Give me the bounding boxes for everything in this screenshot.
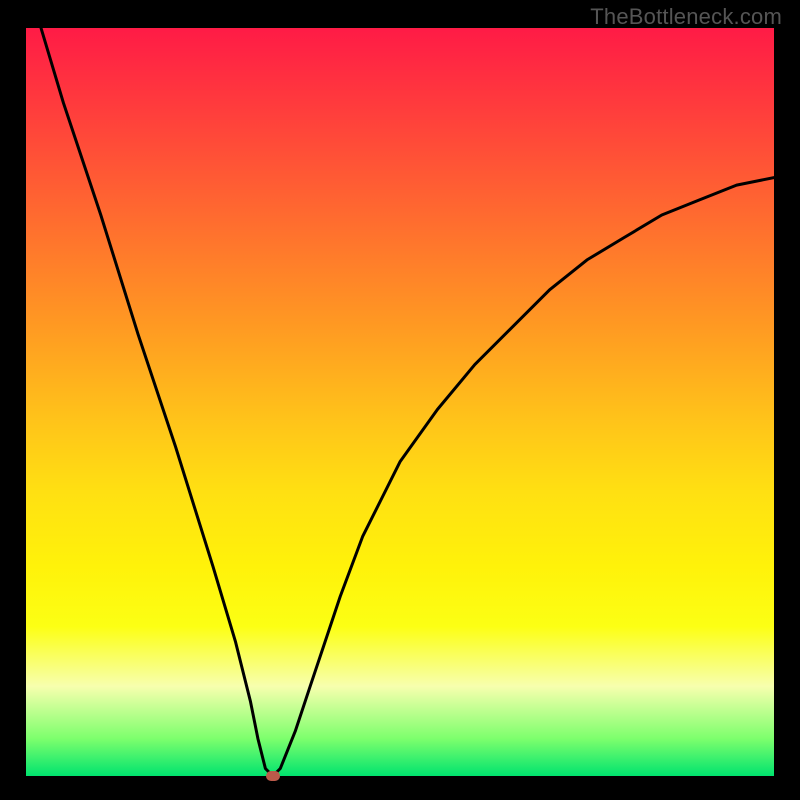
bottleneck-curve: [41, 28, 774, 776]
plot-area: [26, 28, 774, 776]
watermark-label: TheBottleneck.com: [590, 4, 782, 30]
chart-frame: TheBottleneck.com: [0, 0, 800, 800]
optimum-marker: [266, 771, 280, 781]
curve-svg: [26, 28, 774, 776]
